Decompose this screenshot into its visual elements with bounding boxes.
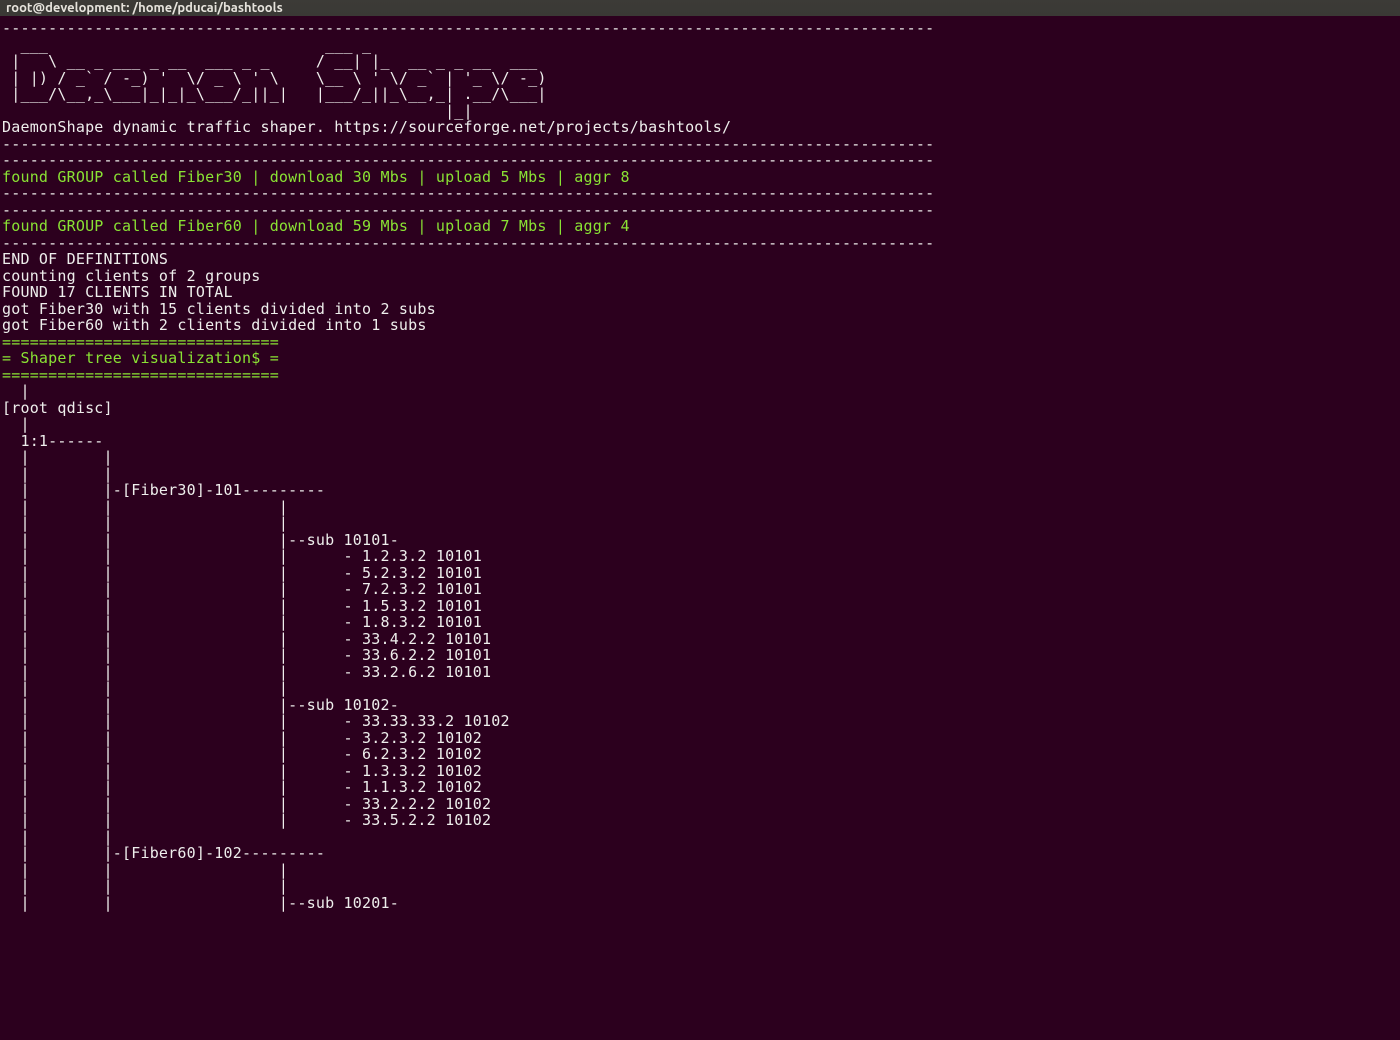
tree-client: | | | - 7.2.3.2 10101 xyxy=(2,580,482,598)
tree-line: | xyxy=(2,415,30,433)
tree-client: | | | - 33.4.2.2 10101 xyxy=(2,630,491,648)
ascii-banner-line: |___/\__,_\___|_|_|_\___/_||_| |___/_||_… xyxy=(2,85,556,103)
tree-line: | xyxy=(2,382,30,400)
tree-client: | | | - 33.5.2.2 10102 xyxy=(2,811,491,829)
found-clients-line: FOUND 17 CLIENTS IN TOTAL xyxy=(2,283,233,301)
tree-root-qdisc: [root qdisc] xyxy=(2,399,113,417)
ascii-banner-line: | |) / _` / -_) ' \/ _ \ ' \ \__ \ ' \/ … xyxy=(2,69,556,87)
terminal-output: ----------------------------------------… xyxy=(0,16,1400,911)
equals-bar: ============================== xyxy=(2,333,279,351)
separator: ----------------------------------------… xyxy=(2,19,934,37)
separator: ----------------------------------------… xyxy=(2,201,934,219)
tree-client: | | | - 1.1.3.2 10102 xyxy=(2,778,482,796)
ascii-banner-line: |_| xyxy=(2,102,556,120)
tree-client: | | | - 1.8.3.2 10101 xyxy=(2,613,482,631)
ascii-banner-line: | \ __ _ ___ _ __ ___ _ _ / __| |_ __ _ … xyxy=(2,52,556,70)
tree-line: | | | xyxy=(2,514,288,532)
tree-fiber30: | |-[Fiber30]-101--------- xyxy=(2,481,325,499)
tree-client: | | | - 33.6.2.2 10101 xyxy=(2,646,491,664)
tree-fiber60: | |-[Fiber60]-102--------- xyxy=(2,844,325,862)
group-line-fiber60: found GROUP called Fiber60 | download 59… xyxy=(2,217,630,235)
tree-client: | | | - 33.2.2.2 10102 xyxy=(2,795,491,813)
tree-line: | | xyxy=(2,465,113,483)
viz-title: = Shaper tree visualization$ = xyxy=(2,349,279,367)
tree-line: | | | xyxy=(2,498,288,516)
tree-sub-10201: | | |--sub 10201- xyxy=(2,894,399,912)
tree-client: | | | - 33.33.33.2 10102 xyxy=(2,712,510,730)
tree-client: | | | - 5.2.3.2 10101 xyxy=(2,564,482,582)
separator: ----------------------------------------… xyxy=(2,151,934,169)
group-line-fiber30: found GROUP called Fiber30 | download 30… xyxy=(2,168,630,186)
tree-sub-10102: | | |--sub 10102- xyxy=(2,696,399,714)
ascii-banner-line: ___ ___ _ xyxy=(2,36,556,54)
got-fiber30-line: got Fiber30 with 15 clients divided into… xyxy=(2,300,436,318)
tree-sub-10101: | | |--sub 10101- xyxy=(2,531,399,549)
tree-line: | | xyxy=(2,448,113,466)
separator: ----------------------------------------… xyxy=(2,234,934,252)
subtitle-line: DaemonShape dynamic traffic shaper. http… xyxy=(2,118,731,136)
tree-line: | | | xyxy=(2,679,288,697)
separator: ----------------------------------------… xyxy=(2,135,934,153)
tree-line: | | | xyxy=(2,877,288,895)
tree-client: | | | - 3.2.3.2 10102 xyxy=(2,729,482,747)
tree-line: | | xyxy=(2,828,113,846)
got-fiber60-line: got Fiber60 with 2 clients divided into … xyxy=(2,316,427,334)
tree-client: | | | - 6.2.3.2 10102 xyxy=(2,745,482,763)
tree-client: | | | - 1.2.3.2 10101 xyxy=(2,547,482,565)
tree-client: | | | - 1.5.3.2 10101 xyxy=(2,597,482,615)
window-titlebar: root@development: /home/pducai/bashtools xyxy=(0,0,1400,16)
tree-line: | | | xyxy=(2,861,288,879)
equals-bar: ============================== xyxy=(2,366,279,384)
counting-line: counting clients of 2 groups xyxy=(2,267,260,285)
tree-line: 1:1------ xyxy=(2,432,104,450)
tree-client: | | | - 33.2.6.2 10101 xyxy=(2,663,491,681)
end-definitions: END OF DEFINITIONS xyxy=(2,250,168,268)
separator: ----------------------------------------… xyxy=(2,184,934,202)
tree-client: | | | - 1.3.3.2 10102 xyxy=(2,762,482,780)
